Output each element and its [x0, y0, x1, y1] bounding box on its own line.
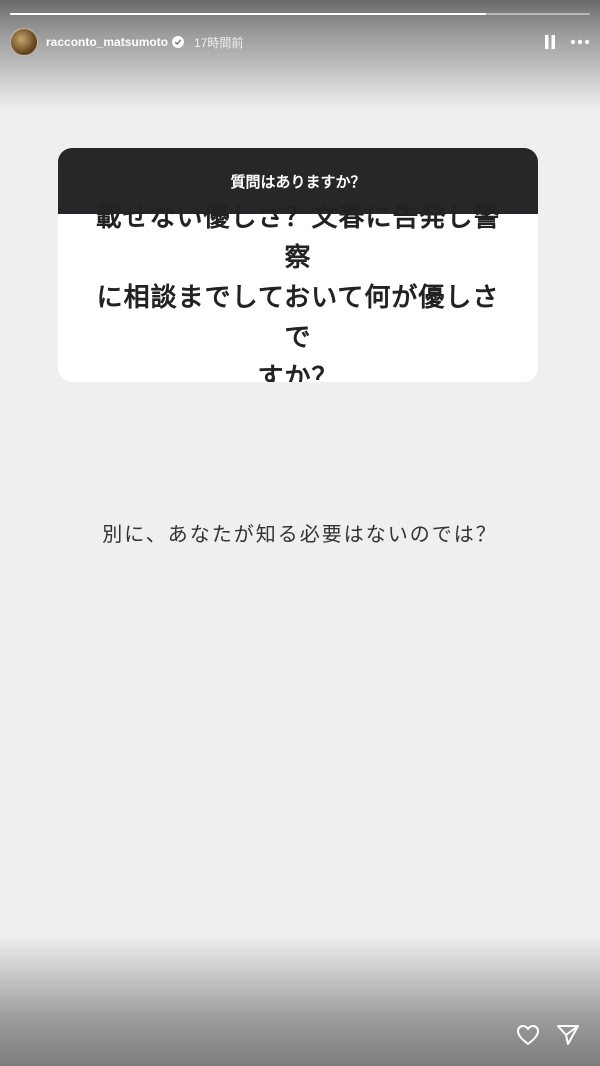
question-line: 載せない優しさ？文春に告発し警察 — [95, 203, 501, 273]
question-body: 載せない優しさ？文春に告発し警察 に相談までしておいて何が優しさで すか？ — [58, 203, 538, 382]
more-icon[interactable] — [570, 39, 590, 45]
heart-icon[interactable] — [516, 1024, 540, 1050]
story-progress-bar — [10, 13, 590, 15]
story-progress-fill — [10, 13, 486, 15]
bottom-gradient — [0, 936, 600, 1066]
question-text: 載せない優しさ？文春に告発し警察 に相談までしておいて何が優しさで すか？ — [84, 198, 512, 382]
story-header: racconto_matsumoto 17時間前 — [10, 28, 590, 56]
answer-text: 別に、あなたが知る必要はないのでは？ — [102, 522, 498, 546]
send-icon[interactable] — [556, 1024, 580, 1050]
username[interactable]: racconto_matsumoto — [46, 35, 168, 49]
header-controls — [544, 34, 590, 50]
avatar[interactable] — [10, 28, 38, 56]
pause-icon[interactable] — [544, 34, 556, 50]
question-line: すか？ — [257, 363, 339, 382]
post-time: 17時間前 — [194, 35, 244, 50]
question-sticker: 質問はありますか？ 載せない優しさ？文春に告発し警察 に相談までしておいて何が優… — [58, 148, 538, 382]
story-footer — [516, 1024, 580, 1050]
question-line: に相談までしておいて何が優しさで — [96, 283, 500, 353]
verified-badge-icon — [172, 36, 185, 48]
